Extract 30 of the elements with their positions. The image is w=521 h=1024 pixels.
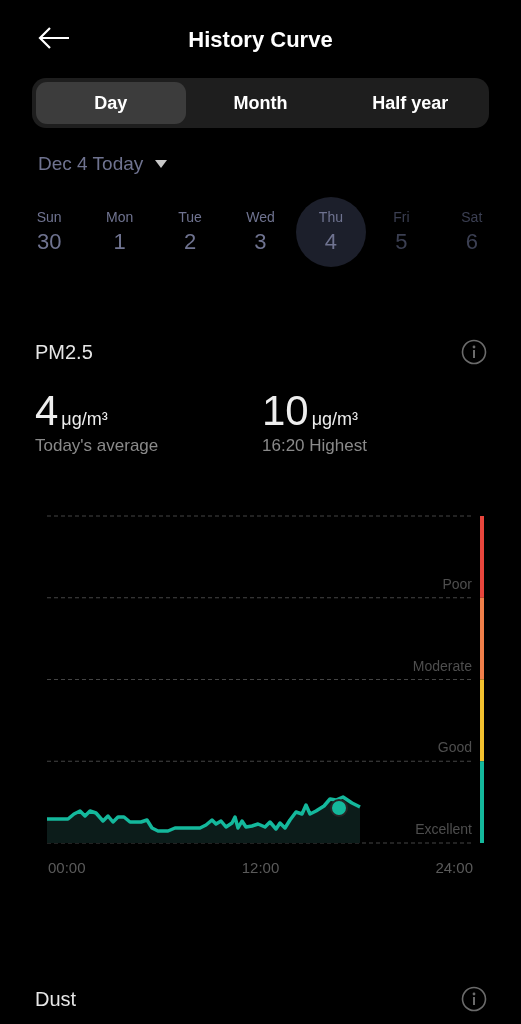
level-label: Poor <box>442 574 472 594</box>
level-label: Moderate <box>412 656 472 676</box>
unit-label: μg/m³ <box>311 407 359 431</box>
axis-label: 00:00 <box>48 858 86 878</box>
info-icon[interactable] <box>461 338 487 365</box>
section-title: PM2.5 <box>35 339 93 365</box>
date-label: Dec 4 Today <box>38 152 144 176</box>
level-label: Good <box>437 738 472 758</box>
day-button[interactable]: Sun 30 <box>14 196 85 267</box>
day-button[interactable]: Thu 4 <box>295 196 366 267</box>
day-button[interactable]: Wed 3 <box>225 196 296 267</box>
stat-caption: Today's average <box>35 434 160 457</box>
stat-value: 10 <box>262 388 309 433</box>
stat-value: 4 <box>35 388 59 433</box>
tab[interactable]: Day <box>36 82 186 124</box>
unit-label: μg/m³ <box>61 407 108 431</box>
level-label: Excellent <box>415 820 472 839</box>
tab[interactable]: Half year <box>335 82 485 124</box>
caret-icon <box>155 160 168 169</box>
axis-label: 24:00 <box>435 858 473 878</box>
tab[interactable]: Month <box>185 82 336 124</box>
day-button[interactable]: Tue 2 <box>155 196 226 267</box>
day-button[interactable]: Mon 1 <box>84 196 155 267</box>
back-arrow-icon <box>38 27 70 49</box>
info-icon[interactable] <box>461 986 487 1012</box>
stat-caption: 16:20 Highest <box>262 434 368 457</box>
axis-label: 12:00 <box>241 858 280 878</box>
date-dropdown[interactable]: Dec 4 Today <box>38 150 168 179</box>
page-title: History Curve <box>188 25 333 54</box>
section-title: Dust <box>35 987 77 1012</box>
